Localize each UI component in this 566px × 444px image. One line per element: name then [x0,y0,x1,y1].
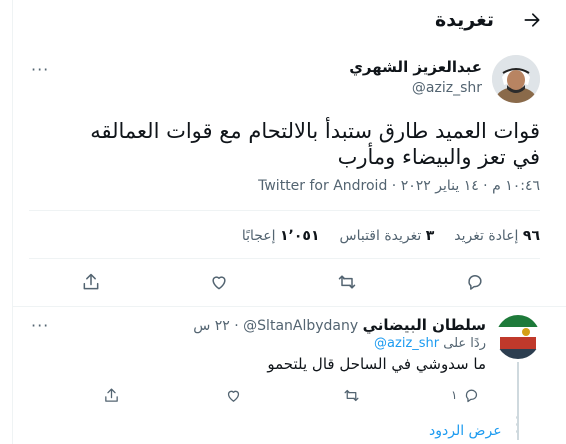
retweets-label: إعادة تغريد [454,228,519,244]
quotes-stat[interactable]: ٣ تغريدة اقتباس [340,228,435,244]
arrow-left-icon [524,13,540,27]
retweet-button[interactable] [337,272,359,294]
reply-time[interactable]: · ٢٢ س [193,318,239,334]
main-column: تغريدة عبدالعزيز الشهري @aziz_shr ··· قو… [12,0,566,444]
quotes-label: تغريدة اقتباس [339,228,422,244]
reply-author-handle[interactable]: @SltanAlbydany [243,318,358,334]
author-handle[interactable]: @aziz_shr [412,80,482,96]
page-title: تغريدة [434,9,494,31]
avatar-image [492,55,540,103]
tweet-text: قوات العميد طارق ستبدأ بالالتحام مع قوات… [90,119,540,169]
tweet-source[interactable]: Twitter for Android [258,178,387,194]
divider [29,210,540,211]
reply-retweet-button[interactable] [343,386,360,404]
reply-more-button[interactable]: ··· [31,316,49,335]
more-icon: ··· [31,316,50,335]
reply-avatar-image [496,315,540,359]
show-replies-link[interactable]: عرض الردود [429,423,502,439]
reply-author-name[interactable]: سلطان البيضاني [363,316,486,334]
reply-count: ١ [451,388,458,402]
replying-to: ردًا على @aziz_shr [374,336,486,351]
retweet-icon [344,389,359,401]
divider [29,258,540,259]
reply-comment-button[interactable]: ١ [451,386,480,404]
heart-icon [212,276,226,290]
more-icon: ··· [31,60,50,79]
reply-like-button[interactable] [225,386,242,404]
more-options-button[interactable]: ··· [31,60,49,79]
share-button[interactable] [81,272,103,294]
share-icon [83,273,99,290]
replying-prefix: ردًا على [443,336,486,351]
retweets-count: ٩٦ [522,228,540,244]
author-name[interactable]: عبدالعزيز الشهري [349,58,482,76]
reply-text: ما سدوشي في الساحل قال يلتحمو [267,355,486,373]
comment-icon [466,389,478,402]
divider [13,306,566,307]
heart-icon [227,390,240,402]
reply-actions: ١ [13,386,566,404]
likes-count: ١٬٠٥١ [280,228,320,244]
like-button[interactable] [209,272,231,294]
thread-dots [516,416,520,442]
back-button[interactable] [522,10,544,32]
tweet-actions [13,272,566,294]
reply-avatar[interactable] [496,315,540,359]
replying-to-link[interactable]: @aziz_shr [374,336,439,351]
retweets-stat[interactable]: ٩٦ إعادة تغريد [454,228,540,244]
retweet-icon [338,275,356,289]
avatar[interactable] [492,55,540,103]
comment-icon [468,275,482,290]
reply-button[interactable] [465,272,487,294]
quotes-count: ٣ [425,228,435,244]
page-header: تغريدة [13,0,566,46]
share-icon [105,387,118,402]
tweet-timestamp[interactable]: ١٠:٤٦ م · ١٤ يناير ٢٠٢٢ · [392,178,540,194]
tweet-stats: ٩٦ إعادة تغريد ٣ تغريدة اقتباس ١٬٠٥١ إعج… [242,228,540,244]
reply-share-button[interactable] [103,386,120,404]
likes-label: إعجابًا [241,228,276,244]
reply-header: سلطان البيضاني @SltanAlbydany · ٢٢ س [193,316,486,334]
tweet-meta: ١٠:٤٦ م · ١٤ يناير ٢٠٢٢ · Twitter for An… [258,178,540,194]
likes-stat[interactable]: ١٬٠٥١ إعجابًا [242,228,320,244]
